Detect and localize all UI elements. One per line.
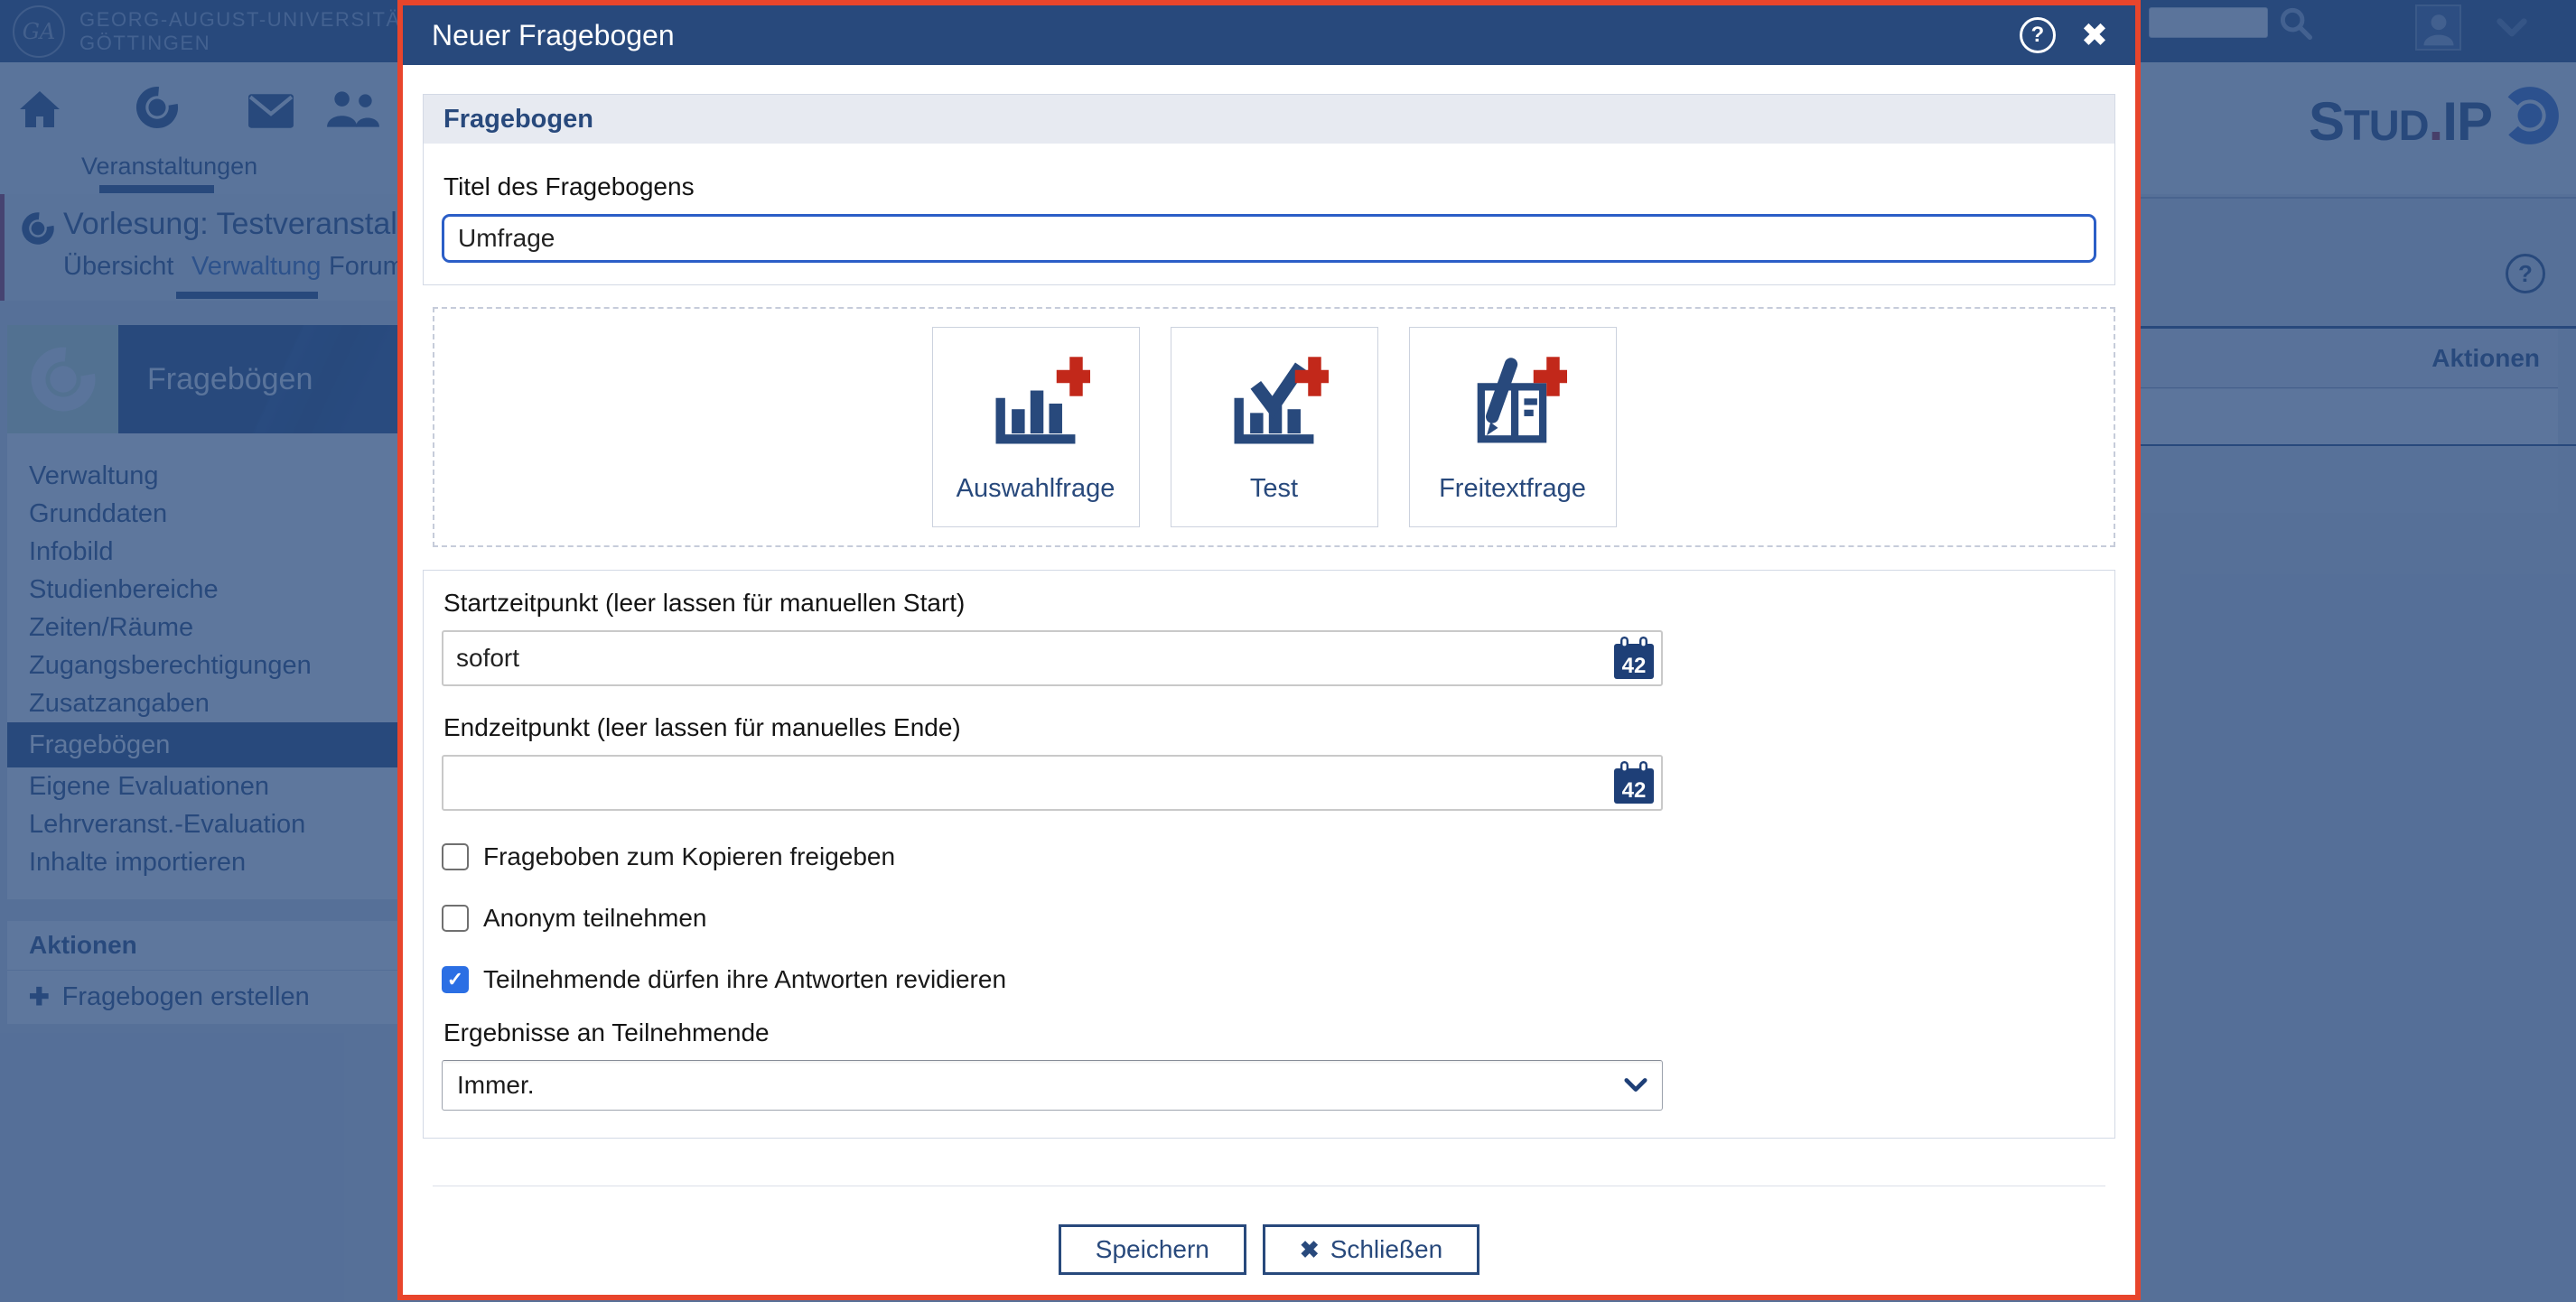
close-button[interactable]: ✖ Schließen [1263,1224,1479,1275]
results-select-value: Immer. [457,1071,1624,1100]
end-field-label: Endzeitpunkt (leer lassen für manuelles … [443,713,2096,742]
copy-release-checkbox-row[interactable]: ✓ Frageboben zum Kopieren freigeben [442,842,2096,872]
anonymous-checkbox-row[interactable]: ✓ Anonym teilnehmen [442,903,2096,934]
add-choice-question-button[interactable]: Auswahlfrage [932,327,1140,527]
bar-chart-plus-icon [982,357,1090,451]
start-field-label: Startzeitpunkt (leer lassen für manuelle… [443,589,2096,618]
calendar-icon: 42 [1613,761,1655,804]
dialog-close-icon[interactable]: ✖ [2081,19,2108,51]
revise-answers-checkbox-row[interactable]: ✓ Teilnehmende dürfen ihre Antworten rev… [442,964,2096,995]
new-questionnaire-dialog: Neuer Fragebogen ? ✖ Fragebogen Titel de… [397,0,2141,1300]
revise-answers-checkbox[interactable]: ✓ [442,966,469,993]
settings-section: Startzeitpunkt (leer lassen für manuelle… [423,570,2115,1139]
dialog-footer: Speichern ✖ Schließen [403,1224,2135,1275]
studip-page: GA GEORG-AUGUST-UNIVERSITÄT GÖTTINGEN [0,0,2576,1302]
save-button[interactable]: Speichern [1059,1224,1246,1275]
calendar-icon: 42 [1613,637,1655,680]
anonymous-label: Anonym teilnehmen [483,904,706,933]
add-test-question-button[interactable]: Test [1171,327,1378,527]
add-freetext-question-button[interactable]: Freitextfrage [1409,327,1617,527]
dialog-help-icon[interactable]: ? [2020,17,2056,53]
test-question-label: Test [1250,474,1298,504]
select-chevron-down-icon [1624,1078,1647,1093]
section-title: Fragebogen [424,95,2114,144]
results-select[interactable]: Immer. [442,1060,1663,1111]
pencil-document-plus-icon [1459,357,1567,451]
end-datetime-input[interactable] [442,755,1663,811]
copy-release-checkbox[interactable]: ✓ [442,843,469,870]
start-datetime-input[interactable] [442,630,1663,686]
svg-text:42: 42 [1622,654,1647,678]
dialog-title-bar: Neuer Fragebogen ? ✖ [403,5,2135,65]
question-type-dropzone: Auswahlfrage Test [433,307,2115,547]
start-datepicker-button[interactable]: 42 [1613,637,1655,680]
title-field-label: Titel des Fragebogens [443,172,2096,201]
copy-release-label: Frageboben zum Kopieren freigeben [483,842,895,871]
test-check-chart-plus-icon [1220,357,1329,451]
questionnaire-section: Fragebogen Titel des Fragebogens [423,94,2115,285]
end-datepicker-button[interactable]: 42 [1613,761,1655,804]
anonymous-checkbox[interactable]: ✓ [442,905,469,932]
choice-question-label: Auswahlfrage [957,474,1115,504]
freetext-question-label: Freitextfrage [1439,474,1586,504]
questionnaire-title-input[interactable] [442,214,2096,263]
revise-answers-label: Teilnehmende dürfen ihre Antworten revid… [483,965,1006,994]
dialog-title: Neuer Fragebogen [432,19,2020,52]
results-field-label: Ergebnisse an Teilnehmende [443,1018,2096,1047]
svg-text:42: 42 [1622,778,1647,803]
close-x-icon: ✖ [1300,1236,1320,1264]
